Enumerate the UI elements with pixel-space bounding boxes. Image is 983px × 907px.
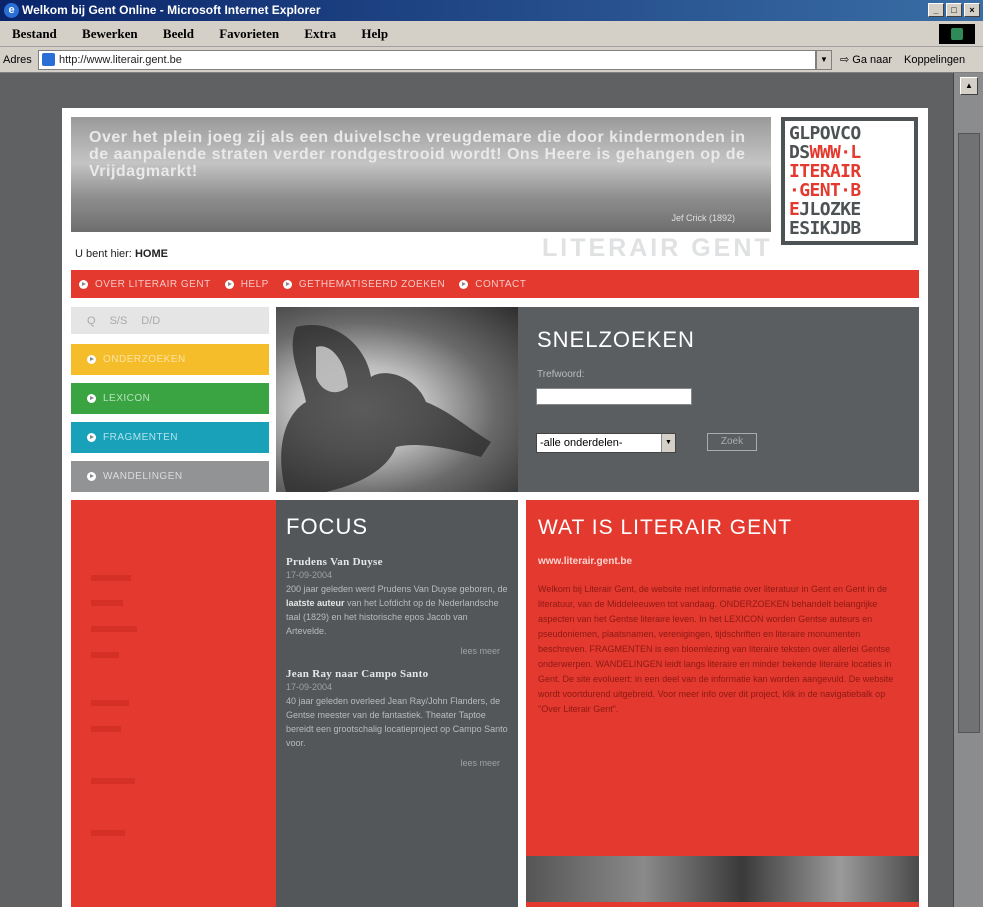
vertical-scrollbar[interactable]: ▲ bbox=[953, 73, 983, 907]
banner-quote: Over het plein joeg zij als een duivelsc… bbox=[89, 129, 746, 180]
read-more-link[interactable]: lees meer bbox=[286, 758, 500, 768]
menu-favorieten[interactable]: Favorieten bbox=[219, 26, 279, 41]
arrow-bullet-icon bbox=[87, 433, 96, 442]
nav-gethematiseerd-zoeken[interactable]: GETHEMATISEERD ZOEKEN bbox=[282, 279, 445, 290]
quick-search-title: SNELZOEKEN bbox=[537, 327, 695, 352]
search-icon[interactable]: Q bbox=[87, 315, 96, 327]
windows-logo-icon bbox=[939, 24, 975, 44]
chevron-down-icon: ▼ bbox=[661, 434, 675, 452]
arrow-bullet-icon bbox=[87, 394, 96, 403]
minimize-button[interactable]: _ bbox=[928, 3, 944, 17]
print-icon[interactable]: D/D bbox=[141, 315, 160, 327]
arrow-bullet-icon bbox=[87, 472, 96, 481]
scroll-up-arrow-icon[interactable]: ▲ bbox=[960, 77, 978, 95]
about-body: Welkom bij Literair Gent, de website met… bbox=[538, 584, 894, 714]
keyword-input[interactable] bbox=[536, 388, 692, 405]
focus-title: FOCUS bbox=[286, 514, 368, 539]
left-red-column bbox=[71, 500, 276, 907]
menu-extra[interactable]: Extra bbox=[304, 26, 336, 41]
arrow-bullet-icon bbox=[87, 355, 96, 364]
arrow-bullet-icon bbox=[459, 279, 469, 289]
category-lexicon[interactable]: LEXICON bbox=[71, 383, 269, 414]
breadcrumb-current: HOME bbox=[134, 248, 168, 260]
arrow-bullet-icon bbox=[282, 279, 292, 289]
browser-window: e Welkom bij Gent Online - Microsoft Int… bbox=[0, 0, 983, 907]
about-panel: WAT IS LITERAIR GENT www.literair.gent.b… bbox=[526, 500, 919, 856]
category-wandelingen[interactable]: WANDELINGEN bbox=[71, 461, 269, 492]
category-onderzoeken[interactable]: ONDERZOEKEN bbox=[71, 344, 269, 375]
tool-icons: Q S/S D/D bbox=[71, 307, 269, 334]
menu-bar: Bestand Bewerken Beeld Favorieten Extra … bbox=[0, 21, 983, 47]
window-title: Welkom bij Gent Online - Microsoft Inter… bbox=[22, 3, 321, 17]
maximize-button[interactable]: □ bbox=[946, 3, 962, 17]
focus-item-body: 200 jaar geleden werd Prudens Van Duyse … bbox=[286, 584, 508, 636]
menu-bewerken[interactable]: Bewerken bbox=[82, 26, 138, 41]
focus-item: Jean Ray naar Campo Santo 17-09-2004 40 … bbox=[286, 668, 508, 768]
focus-item-date: 17-09-2004 bbox=[286, 682, 333, 692]
address-url: http://www.literair.gent.be bbox=[59, 54, 182, 66]
read-more-link[interactable]: lees meer bbox=[286, 646, 500, 656]
about-title: WAT IS LITERAIR GENT bbox=[538, 516, 793, 539]
links-button[interactable]: Koppelingen bbox=[904, 47, 965, 73]
category-fragmenten[interactable]: FRAGMENTEN bbox=[71, 422, 269, 453]
address-label: Adres bbox=[3, 54, 32, 66]
address-bar: Adres http://www.literair.gent.be ▼ ⇨ Ga… bbox=[0, 47, 983, 73]
menu-help[interactable]: Help bbox=[361, 26, 388, 41]
header-banner: Over het plein joeg zij als een duivelsc… bbox=[71, 117, 771, 232]
go-button[interactable]: ⇨ Ga naar bbox=[840, 47, 892, 73]
text-size-icon[interactable]: S/S bbox=[110, 315, 128, 327]
about-url-link[interactable]: www.literair.gent.be bbox=[538, 556, 907, 567]
banner-credit: Jef Crick (1892) bbox=[671, 213, 735, 223]
main-nav: OVER LITERAIR GENT HELP GETHEMATISEERD Z… bbox=[71, 270, 919, 298]
section-select[interactable]: -alle onderdelen- ▼ bbox=[536, 433, 676, 453]
arrow-bullet-icon bbox=[224, 279, 234, 289]
site-page: Over het plein joeg zij als een duivelsc… bbox=[62, 108, 928, 907]
site-logo[interactable]: GLPOVCO DSWWW·L ITERAIR ·GENT·B EJLOZKE … bbox=[781, 117, 918, 245]
focus-item: Prudens Van Duyse 17-09-2004 200 jaar ge… bbox=[286, 556, 508, 656]
focus-item-title[interactable]: Jean Ray naar Campo Santo bbox=[286, 668, 508, 680]
quick-search-panel: SNELZOEKEN Trefwoord: -alle onderdelen- … bbox=[518, 307, 919, 492]
ie-icon: e bbox=[4, 3, 19, 18]
nav-help[interactable]: HELP bbox=[224, 279, 269, 290]
focus-item-body: 40 jaar geleden overleed Jean Ray/John F… bbox=[286, 696, 508, 748]
menu-beeld[interactable]: Beeld bbox=[163, 26, 194, 41]
nav-contact[interactable]: CONTACT bbox=[459, 279, 526, 290]
statue-silhouette bbox=[281, 325, 491, 492]
site-wordmark: LITERAIR GENT bbox=[542, 234, 773, 262]
focus-item-title[interactable]: Prudens Van Duyse bbox=[286, 556, 508, 568]
focus-item-date: 17-09-2004 bbox=[286, 570, 333, 580]
statue-photo bbox=[276, 307, 518, 492]
page-viewport: Over het plein joeg zij als een duivelsc… bbox=[0, 73, 953, 907]
bottom-red-bar bbox=[526, 902, 919, 907]
scroll-thumb[interactable] bbox=[958, 133, 980, 733]
focus-panel: FOCUS Prudens Van Duyse 17-09-2004 200 j… bbox=[276, 500, 518, 907]
title-bar: e Welkom bij Gent Online - Microsoft Int… bbox=[0, 0, 983, 21]
breadcrumb: U bent hier: HOME bbox=[75, 248, 168, 260]
search-button[interactable]: Zoek bbox=[707, 433, 757, 451]
close-button[interactable]: × bbox=[964, 3, 980, 17]
arrow-bullet-icon bbox=[79, 279, 88, 289]
bottom-photo-strip bbox=[526, 856, 919, 907]
address-dropdown-button[interactable]: ▼ bbox=[816, 50, 832, 70]
page-icon bbox=[42, 53, 55, 66]
address-input[interactable]: http://www.literair.gent.be bbox=[38, 50, 816, 70]
nav-over-literair-gent[interactable]: OVER LITERAIR GENT bbox=[79, 279, 211, 290]
keyword-label: Trefwoord: bbox=[537, 369, 585, 380]
menu-bestand[interactable]: Bestand bbox=[12, 26, 57, 41]
